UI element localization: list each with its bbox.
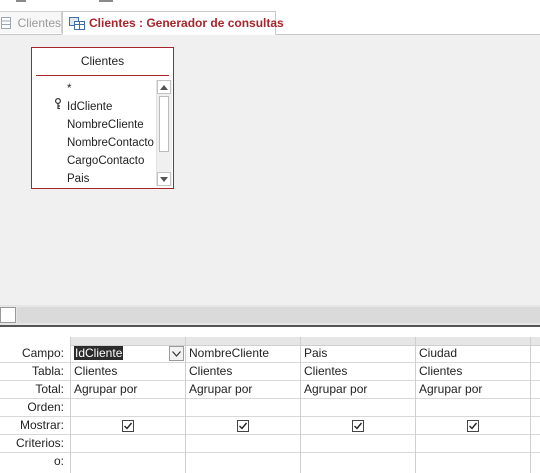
mostrar-cell <box>186 417 300 435</box>
orden-cell[interactable] <box>416 399 530 417</box>
row-divider <box>0 362 70 363</box>
field-item-pais[interactable]: Pais <box>67 170 89 187</box>
query-designer-icon <box>69 17 85 30</box>
mostrar-checkbox[interactable] <box>122 420 134 432</box>
grid-column: NombreCliente Clientes Agrupar por <box>185 337 300 473</box>
tab-query-designer[interactable]: Clientes : Generador de consultas <box>62 11 284 35</box>
o-cell[interactable] <box>416 453 530 471</box>
grid-column: IdCliente Clientes Agrupar por <box>70 337 185 473</box>
o-cell[interactable] <box>186 453 300 471</box>
field-list-scrollbar[interactable] <box>156 80 172 186</box>
orden-cell[interactable] <box>71 399 185 417</box>
pane-splitter[interactable] <box>0 305 540 325</box>
splitter-handle[interactable] <box>0 307 16 323</box>
criterios-cell[interactable] <box>416 435 530 453</box>
document-tab-bar: Clientes Clientes : Generador de consult… <box>0 10 540 35</box>
campo-dropdown-button[interactable] <box>169 346 184 361</box>
tab-label: Clientes <box>17 15 61 30</box>
tabla-cell[interactable]: Clientes <box>186 363 300 381</box>
field-list-window[interactable]: Clientes * IdCliente NombreCliente Nombr… <box>31 47 174 189</box>
campo-value: IdCliente <box>74 346 124 360</box>
row-label-o: o: <box>53 454 64 468</box>
orden-cell[interactable] <box>531 399 540 417</box>
field-list-title[interactable]: Clientes <box>36 48 169 76</box>
criterios-cell[interactable] <box>186 435 300 453</box>
toolbar-fragment <box>99 0 113 2</box>
mostrar-cell <box>416 417 530 435</box>
horizontal-scrollbar[interactable] <box>17 307 540 323</box>
campo-cell[interactable]: NombreCliente <box>186 345 300 363</box>
field-item-idcliente[interactable]: IdCliente <box>67 98 112 116</box>
chevron-down-icon <box>172 350 181 357</box>
campo-cell[interactable]: IdCliente <box>71 345 185 363</box>
field-item-nombrecontacto[interactable]: NombreContacto <box>67 134 154 152</box>
query-design-grid: Campo: Tabla: Total: Orden: Mostrar: Cri… <box>0 327 540 473</box>
field-item-cargocontacto[interactable]: CargoContacto <box>67 152 144 170</box>
grid-column: Ciudad Clientes Agrupar por <box>415 337 530 473</box>
tabla-cell[interactable] <box>531 363 540 381</box>
orden-cell[interactable] <box>301 399 415 417</box>
o-cell[interactable] <box>531 453 540 471</box>
tabla-cell[interactable]: Clientes <box>71 363 185 381</box>
grid-column: Pais Clientes Agrupar por <box>300 337 415 473</box>
tab-label: Clientes : Generador de consultas <box>89 16 284 30</box>
key-icon <box>54 97 62 110</box>
total-cell[interactable]: Agrupar por <box>416 381 530 399</box>
campo-cell[interactable]: Ciudad <box>416 345 530 363</box>
toolbar-fragment <box>16 0 26 2</box>
campo-cell[interactable]: Pais <box>301 345 415 363</box>
query-design-area[interactable]: Clientes * IdCliente NombreCliente Nombr… <box>0 35 540 305</box>
table-icon <box>1 16 12 29</box>
row-divider <box>0 416 70 417</box>
mostrar-checkbox[interactable] <box>352 420 364 432</box>
scroll-down-button[interactable] <box>157 172 171 186</box>
tabla-cell[interactable]: Clientes <box>301 363 415 381</box>
chevron-down-icon <box>160 176 168 182</box>
tabla-cell[interactable]: Clientes <box>416 363 530 381</box>
orden-cell[interactable] <box>186 399 300 417</box>
field-list: * IdCliente NombreCliente NombreContacto… <box>32 79 156 187</box>
chevron-up-icon <box>160 84 168 90</box>
total-cell[interactable]: Agrupar por <box>301 381 415 399</box>
total-cell[interactable]: Agrupar por <box>186 381 300 399</box>
campo-cell[interactable] <box>531 345 540 363</box>
mostrar-checkbox[interactable] <box>467 420 479 432</box>
check-icon <box>354 422 363 430</box>
tab-clientes[interactable]: Clientes <box>0 11 62 33</box>
o-cell[interactable] <box>71 453 185 471</box>
mostrar-checkbox[interactable] <box>237 420 249 432</box>
row-divider <box>0 434 70 435</box>
total-cell[interactable] <box>531 381 540 399</box>
row-label-criterios: Criterios: <box>15 436 64 450</box>
criterios-cell[interactable] <box>71 435 185 453</box>
field-item-all[interactable]: * <box>67 80 71 98</box>
mostrar-cell[interactable] <box>531 417 540 435</box>
row-divider <box>0 452 70 453</box>
check-icon <box>469 422 478 430</box>
row-divider <box>0 380 70 381</box>
row-label-campo: Campo: <box>21 346 64 360</box>
row-divider <box>0 398 70 399</box>
row-label-total: Total: <box>35 382 64 396</box>
field-item-nombrecliente[interactable]: NombreCliente <box>67 116 144 134</box>
title-strip <box>0 0 540 10</box>
mostrar-cell <box>301 417 415 435</box>
check-icon <box>239 422 248 430</box>
total-cell[interactable]: Agrupar por <box>71 381 185 399</box>
row-label-orden: Orden: <box>27 400 64 414</box>
criterios-cell[interactable] <box>531 435 540 453</box>
grid-column <box>530 337 540 473</box>
scroll-up-button[interactable] <box>157 80 171 94</box>
o-cell[interactable] <box>301 453 415 471</box>
row-label-tabla: Tabla: <box>31 364 64 378</box>
criterios-cell[interactable] <box>301 435 415 453</box>
mostrar-cell <box>71 417 185 435</box>
scroll-thumb[interactable] <box>159 96 169 152</box>
check-icon <box>124 422 133 430</box>
row-label-mostrar: Mostrar: <box>19 418 64 432</box>
